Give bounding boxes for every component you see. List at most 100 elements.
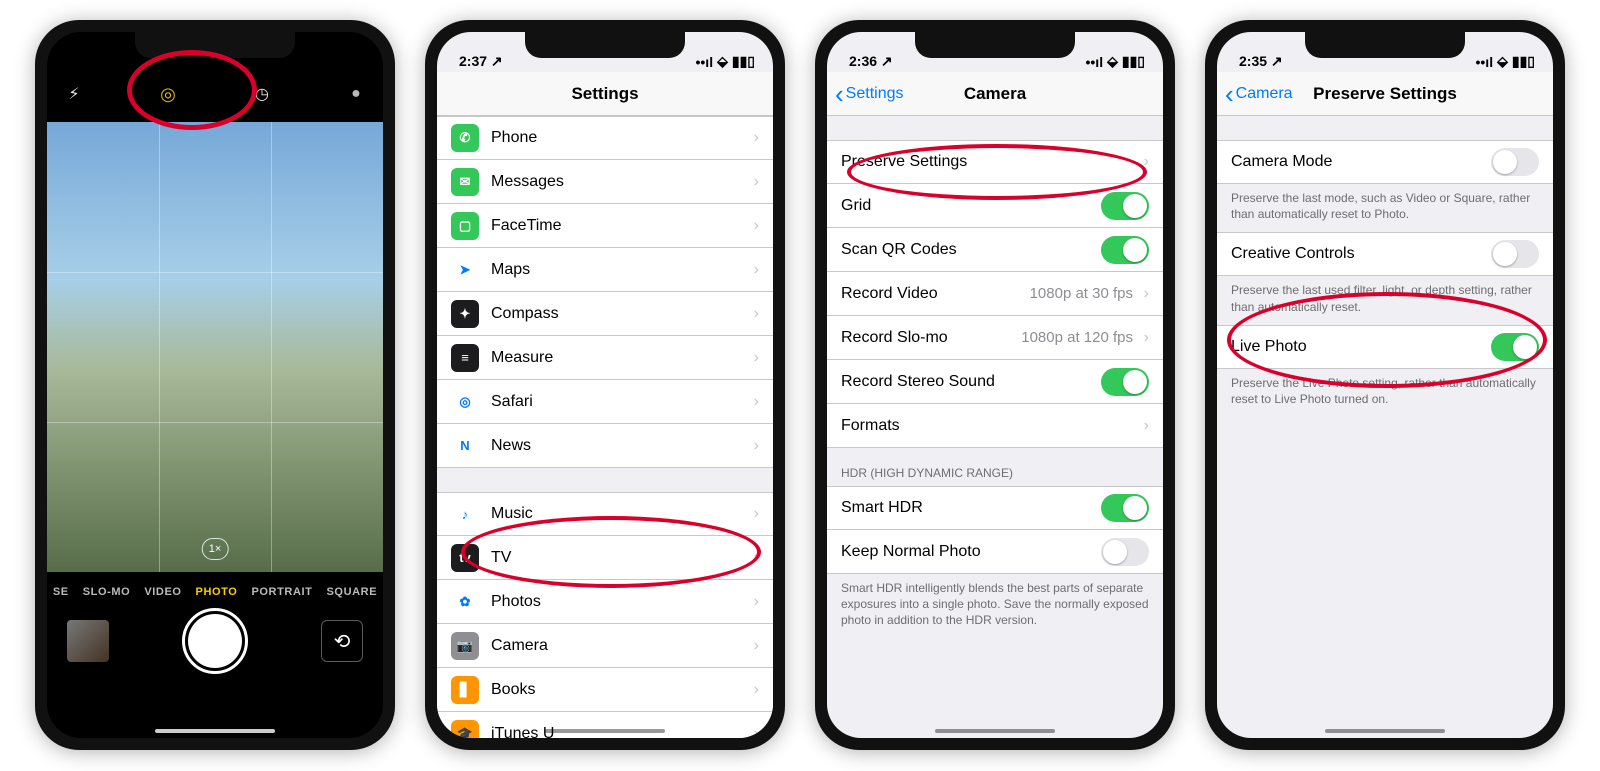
- camera-row-scan-qr-codes[interactable]: Scan QR Codes: [827, 228, 1163, 272]
- toggle[interactable]: [1101, 236, 1149, 264]
- settings-row-messages[interactable]: ✉︎Messages›: [437, 160, 773, 204]
- settings-row-compass[interactable]: ✦Compass›: [437, 292, 773, 336]
- timer-icon[interactable]: ◷: [249, 84, 275, 104]
- toggle[interactable]: [1101, 368, 1149, 396]
- app-icon: tv: [451, 544, 479, 572]
- notch: [1305, 32, 1465, 58]
- camera-row-keep-normal-photo[interactable]: Keep Normal Photo: [827, 530, 1163, 574]
- chevron-icon: ›: [754, 637, 759, 655]
- settings-row-books[interactable]: ▋Books›: [437, 668, 773, 712]
- navbar-title: Preserve Settings: [1313, 84, 1457, 104]
- home-indicator: [1325, 729, 1445, 733]
- mode-slomo[interactable]: SLO-MO: [83, 586, 131, 598]
- row-label: Grid: [841, 197, 871, 215]
- settings-row-facetime[interactable]: ▢FaceTime›: [437, 204, 773, 248]
- row-label: Books: [491, 681, 535, 699]
- camera-row-grid[interactable]: Grid: [827, 184, 1163, 228]
- preserve-settings-table[interactable]: Camera Mode Preserve the last mode, such…: [1217, 116, 1553, 738]
- battery-icon: ▮▮▯: [732, 53, 755, 70]
- toggle-creative-controls[interactable]: [1491, 240, 1539, 268]
- flash-icon[interactable]: ⚡︎: [61, 84, 87, 104]
- row-label: Scan QR Codes: [841, 241, 957, 259]
- notch: [135, 32, 295, 58]
- phone-4-preserve-settings: 2:35 ↗ ••ıl ⬙ ▮▮▯ Camera Preserve Settin…: [1205, 20, 1565, 750]
- app-icon: ➤: [451, 256, 479, 284]
- settings-row-measure[interactable]: ≡Measure›: [437, 336, 773, 380]
- navbar: Settings Camera: [827, 72, 1163, 116]
- chevron-icon: ›: [754, 173, 759, 191]
- navbar-title: Settings: [571, 84, 638, 104]
- mode-photo[interactable]: PHOTO: [196, 586, 238, 598]
- camera-row-smart-hdr[interactable]: Smart HDR: [827, 486, 1163, 530]
- camera-mode-selector[interactable]: SE SLO-MO VIDEO PHOTO PORTRAIT SQUARE: [47, 572, 383, 608]
- settings-row-news[interactable]: NNews›: [437, 424, 773, 468]
- phone-2-settings: 2:37 ↗ ••ıl ⬙ ▮▮▯ Settings ✆Phone›✉︎Mess…: [425, 20, 785, 750]
- chevron-icon: ›: [754, 129, 759, 147]
- filter-icon[interactable]: ●: [343, 85, 369, 103]
- status-time: 2:36 ↗: [849, 53, 893, 70]
- signal-icon: ••ıl: [696, 54, 714, 70]
- mode-video[interactable]: VIDEO: [144, 586, 181, 598]
- row-label: Music: [491, 505, 533, 523]
- row-label: Record Video: [841, 285, 938, 303]
- settings-row-safari[interactable]: ◎Safari›: [437, 380, 773, 424]
- toggle[interactable]: [1101, 538, 1149, 566]
- settings-row-itunes-u[interactable]: 🎓iTunes U›: [437, 712, 773, 738]
- settings-row-photos[interactable]: ✿Photos›: [437, 580, 773, 624]
- row-creative-controls[interactable]: Creative Controls: [1217, 232, 1553, 276]
- back-button[interactable]: Camera: [1225, 85, 1293, 103]
- settings-row-camera[interactable]: 📷Camera›: [437, 624, 773, 668]
- live-photo-icon[interactable]: ◎: [155, 84, 181, 105]
- chevron-icon: ›: [1144, 153, 1149, 171]
- app-icon: ▢: [451, 212, 479, 240]
- camera-row-record-slo-mo[interactable]: Record Slo-mo1080p at 120 fps›: [827, 316, 1163, 360]
- toggle[interactable]: [1101, 494, 1149, 522]
- notch: [525, 32, 685, 58]
- mode-square[interactable]: SQUARE: [327, 586, 378, 598]
- row-live-photo[interactable]: Live Photo: [1217, 325, 1553, 369]
- chevron-icon: ›: [754, 261, 759, 279]
- status-time: 2:35 ↗: [1239, 53, 1283, 70]
- app-icon: N: [451, 432, 479, 460]
- settings-table[interactable]: ✆Phone›✉︎Messages›▢FaceTime›➤Maps›✦Compa…: [437, 116, 773, 738]
- camera-row-record-video[interactable]: Record Video1080p at 30 fps›: [827, 272, 1163, 316]
- back-button[interactable]: Settings: [835, 85, 903, 103]
- chevron-icon: ›: [754, 349, 759, 367]
- toggle-camera-mode[interactable]: [1491, 148, 1539, 176]
- camera-viewfinder[interactable]: 1×: [47, 122, 383, 572]
- wifi-icon: ⬙: [717, 53, 728, 70]
- app-icon: 📷: [451, 632, 479, 660]
- chevron-icon: ›: [754, 437, 759, 455]
- settings-row-tv[interactable]: tvTV›: [437, 536, 773, 580]
- row-label: Live Photo: [1231, 338, 1307, 356]
- settings-row-maps[interactable]: ➤ Maps ›: [437, 248, 773, 292]
- status-time: 2:37 ↗: [459, 53, 503, 70]
- zoom-button[interactable]: 1×: [202, 538, 229, 560]
- camera-settings-table[interactable]: Preserve Settings › Grid Scan QR Codes Recor…: [827, 116, 1163, 738]
- camera-row-preserve-settings[interactable]: Preserve Settings ›: [827, 140, 1163, 184]
- signal-icon: ••ıl: [1476, 54, 1494, 70]
- battery-icon: ▮▮▯: [1122, 53, 1145, 70]
- toggle-live-photo[interactable]: [1491, 333, 1539, 361]
- row-label: Record Slo-mo: [841, 329, 948, 347]
- camera-row-record-stereo-sound[interactable]: Record Stereo Sound: [827, 360, 1163, 404]
- camera-flip-button[interactable]: ⟲: [321, 620, 363, 662]
- chevron-icon: ›: [1144, 329, 1149, 347]
- camera-row-formats[interactable]: Formats›: [827, 404, 1163, 448]
- chevron-icon: ›: [754, 305, 759, 323]
- settings-row-phone[interactable]: ✆Phone›: [437, 116, 773, 160]
- row-label: Measure: [491, 349, 553, 367]
- row-label: Preserve Settings: [841, 153, 967, 171]
- row-label: Maps: [491, 261, 530, 279]
- app-icon: ◎: [451, 388, 479, 416]
- phone-1-camera-app: ⚡︎ ◎ ◷ ● 1× SE SLO-MO VIDEO PHOTO PORTRA…: [35, 20, 395, 750]
- settings-row-music[interactable]: ♪Music›: [437, 492, 773, 536]
- row-label: Keep Normal Photo: [841, 543, 981, 561]
- toggle[interactable]: [1101, 192, 1149, 220]
- mode-portrait[interactable]: PORTRAIT: [251, 586, 312, 598]
- shutter-button[interactable]: [182, 608, 248, 674]
- last-photo-thumbnail[interactable]: [67, 620, 109, 662]
- row-label: Camera Mode: [1231, 153, 1332, 171]
- mode-se[interactable]: SE: [53, 586, 69, 598]
- row-camera-mode[interactable]: Camera Mode: [1217, 140, 1553, 184]
